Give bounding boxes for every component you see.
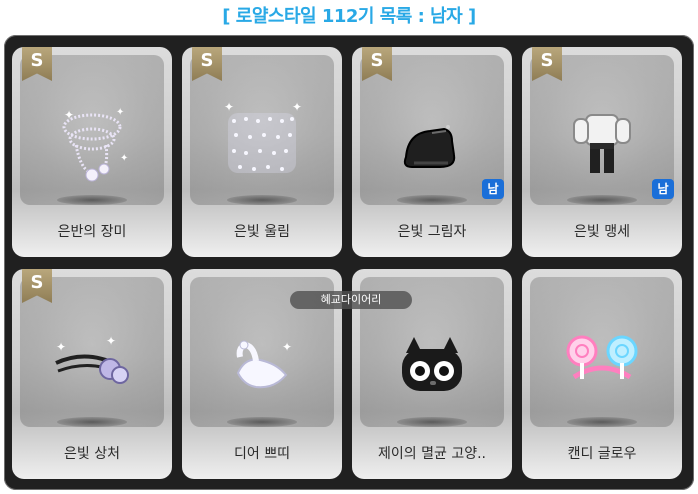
svg-text:✦: ✦	[282, 340, 292, 354]
item-shadow	[397, 417, 467, 427]
black-shoes-icon	[403, 125, 456, 168]
item-shadow	[57, 195, 127, 205]
thorn-rose-crown-icon: ✦ ✦	[55, 334, 129, 384]
grade-badge: S	[22, 47, 52, 81]
item-shadow	[227, 417, 297, 427]
male-gender-badge: 남	[482, 179, 504, 199]
item-name: 디어 쁘띠	[234, 446, 290, 462]
white-shirt-black-pants-icon	[573, 114, 631, 173]
item-shadow	[397, 195, 467, 205]
item-name: 은빛 상처	[64, 446, 120, 462]
svg-text:✦: ✦	[116, 107, 124, 118]
item-card[interactable]: S 남 은빛 그림자	[352, 47, 512, 257]
candy-headband-icon	[566, 335, 638, 380]
item-name: 제이의 멸균 고양..	[378, 446, 486, 462]
grade-badge: S	[362, 47, 392, 81]
item-card[interactable]: S ✦ ✦ ✦ 은반의 장미	[12, 47, 172, 257]
svg-text:✦: ✦	[292, 100, 302, 114]
item-name: 캔디 글로우	[567, 446, 637, 462]
item-card[interactable]: S ✦ ✦ 은빛 울림	[182, 47, 342, 257]
svg-text:✦: ✦	[56, 340, 66, 354]
grade-badge: S	[532, 47, 562, 81]
item-name: 은빛 맹세	[574, 224, 630, 240]
page-title: [ 로얄스타일 112기 목록 : 남자 ]	[222, 6, 476, 27]
item-name: 은빛 울림	[234, 224, 290, 240]
white-swan-icon: ✦	[236, 340, 292, 389]
item-card[interactable]: 캔디 글로우	[522, 269, 682, 479]
watermark-badge: 혜교다이어리	[290, 291, 412, 309]
item-card[interactable]: S 남 은빛 맹세	[522, 47, 682, 257]
item-card[interactable]: S ✦ ✦ 은빛 상처	[12, 269, 172, 479]
svg-text:✦: ✦	[224, 100, 234, 114]
item-shadow	[567, 417, 637, 427]
svg-text:✦: ✦	[106, 334, 116, 348]
item-shadow	[57, 417, 127, 427]
silver-rose-necklace-icon: ✦ ✦ ✦	[62, 107, 128, 182]
grade-badge: S	[192, 47, 222, 81]
svg-text:✦: ✦	[120, 153, 128, 164]
item-name: 은반의 장미	[57, 224, 127, 240]
black-cat-mask-icon	[402, 337, 462, 391]
grade-badge: S	[22, 269, 52, 303]
svg-text:✦: ✦	[64, 108, 74, 122]
male-gender-badge: 남	[652, 179, 674, 199]
item-shadow	[567, 195, 637, 205]
item-name: 은빛 그림자	[397, 224, 467, 240]
silver-sparkle-curtain-icon: ✦ ✦	[224, 100, 302, 173]
item-shadow	[227, 195, 297, 205]
item-grid-panel: S ✦ ✦ ✦ 은반의 장미 S ✦ ✦ 은빛 울림 S 남 은빛 그림자 S …	[4, 35, 694, 490]
